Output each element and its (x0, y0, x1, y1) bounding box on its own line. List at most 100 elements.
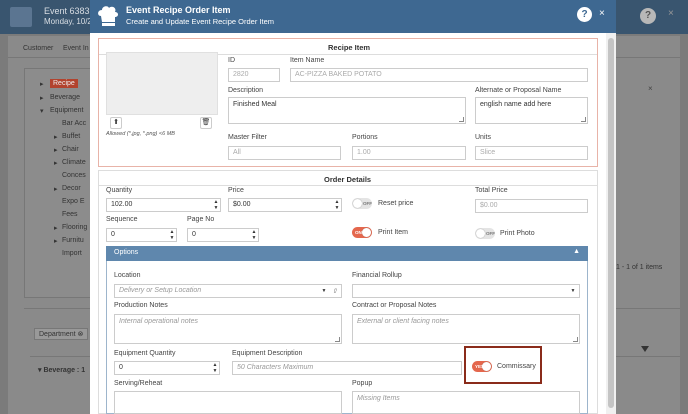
financial-rollup-dropdown[interactable]: ▼ (352, 284, 580, 298)
master-filter-field[interactable]: All (228, 146, 341, 160)
equipment-qty-value: 0 (119, 364, 123, 371)
sequence-value: 0 (111, 231, 115, 238)
tree-item[interactable]: Bar Acc (62, 120, 86, 127)
serving-reheat-textarea[interactable] (114, 391, 342, 414)
panel-close-icon[interactable]: × (648, 84, 653, 93)
print-item-toggle[interactable]: ON (352, 227, 372, 238)
tree-item[interactable]: Expo E (62, 198, 85, 205)
equipment-desc-input[interactable]: 50 Characters Maximum (232, 361, 462, 375)
chevron-down-icon[interactable]: ▼ (319, 286, 329, 297)
tree-expand-icon[interactable]: ▸ (40, 94, 44, 102)
resize-handle[interactable] (459, 117, 464, 122)
resize-handle[interactable] (573, 337, 578, 342)
trash-icon[interactable]: 🗑 (200, 117, 212, 129)
print-item-label: Print Item (378, 229, 408, 236)
tab-event-info[interactable]: Event In (63, 45, 89, 52)
page-no-stepper[interactable]: 0 ▲ ▼ (187, 228, 259, 242)
tree-expand-icon[interactable]: ▸ (54, 146, 58, 154)
quantity-stepper[interactable]: 102.00 ▲ ▼ (106, 198, 221, 212)
id-field[interactable]: 2820 (228, 68, 280, 82)
contract-notes-placeholder: External or client facing notes (357, 318, 449, 325)
print-photo-toggle[interactable]: OFF (475, 228, 495, 239)
group-row[interactable]: ▾ Beverage : 1 (38, 366, 85, 374)
popup-label: Popup (352, 380, 373, 387)
commissary-label: Commissary (497, 363, 536, 370)
tree-expand-icon[interactable]: ▸ (40, 80, 44, 88)
category-tree (24, 68, 94, 298)
total-price-field[interactable]: $0.00 (475, 199, 588, 213)
tree-item[interactable]: Import (62, 250, 82, 257)
scrollbar-thumb[interactable] (608, 38, 614, 408)
chevron-down-icon[interactable]: ▼ (568, 286, 578, 297)
location-label: Location (114, 272, 141, 279)
tree-item-equipment[interactable]: Equipment (50, 107, 83, 114)
commissary-toggle[interactable]: YES (472, 361, 492, 372)
tree-expand-icon[interactable]: ▸ (54, 159, 58, 167)
description-textarea[interactable]: Finished Meal (228, 97, 466, 124)
event-date: Monday, 10/2 (44, 17, 92, 26)
reset-price-toggle[interactable]: OFF (352, 198, 372, 209)
app-logo-icon (10, 7, 32, 27)
location-dropdown[interactable]: Delivery or Setup Location ▼ ▯ (114, 284, 342, 298)
sequence-label: Sequence (106, 216, 138, 223)
tree-expand-icon[interactable]: ▸ (54, 224, 58, 232)
tree-item[interactable]: Buffet (62, 133, 80, 140)
spinner[interactable]: ▲ ▼ (250, 229, 258, 241)
document-icon[interactable]: ▯ (330, 286, 340, 297)
total-price-label: Total Price (475, 187, 508, 194)
reset-price-label: Reset price (378, 200, 414, 207)
page-no-value: 0 (192, 231, 196, 238)
tree-collapse-icon[interactable]: ▾ (40, 107, 44, 115)
spinner[interactable]: ▲ ▼ (211, 362, 219, 374)
alt-name-label: Alternate or Proposal Name (475, 87, 562, 94)
options-title: Options (114, 249, 139, 256)
order-details-title: Order Details (324, 175, 372, 184)
tree-item[interactable]: Climate (62, 159, 86, 166)
equipment-qty-stepper[interactable]: 0 ▲ ▼ (114, 361, 220, 375)
tree-item[interactable]: Decor (62, 185, 81, 192)
quantity-label: Quantity (106, 187, 133, 194)
resize-handle[interactable] (581, 117, 586, 122)
app-help-icon[interactable]: ? (640, 8, 656, 24)
tree-item[interactable]: Chair (62, 146, 79, 153)
help-icon[interactable]: ? (577, 7, 592, 22)
production-notes-textarea[interactable]: Internal operational notes (114, 314, 342, 344)
tab-customer[interactable]: Customer (23, 45, 53, 52)
sequence-stepper[interactable]: 0 ▲ ▼ (106, 228, 177, 242)
tree-item-recipe[interactable]: Recipe (50, 79, 78, 88)
app-close-icon[interactable]: × (668, 8, 674, 19)
divider (99, 185, 597, 186)
production-notes-placeholder: Internal operational notes (119, 318, 198, 325)
tree-expand-icon[interactable]: ▸ (54, 237, 58, 245)
upload-icon[interactable]: ⬆ (110, 117, 122, 129)
financial-rollup-label: Financial Rollup (352, 272, 402, 279)
portions-field[interactable]: 1.00 (352, 146, 466, 160)
popup-textarea[interactable]: Missing Items (352, 391, 580, 414)
tree-item[interactable]: Furnitu (62, 237, 84, 244)
close-icon[interactable]: × (599, 8, 605, 19)
filter-icon[interactable] (641, 346, 649, 352)
spinner[interactable]: ▲ ▼ (168, 229, 176, 241)
spinner[interactable]: ▲ ▼ (333, 199, 341, 211)
department-chip[interactable]: Department ⊗ (34, 328, 89, 340)
tree-expand-icon[interactable]: ▸ (54, 185, 58, 193)
resize-handle[interactable] (335, 337, 340, 342)
price-stepper[interactable]: $0.00 ▲ ▼ (228, 198, 342, 212)
spinner[interactable]: ▲ ▼ (212, 199, 220, 211)
tree-item-beverage[interactable]: Beverage (50, 94, 80, 101)
units-field[interactable]: Slice (475, 146, 588, 160)
price-label: Price (228, 187, 244, 194)
options-panel-header[interactable]: Options ▲ (106, 246, 588, 261)
chevron-up-icon[interactable]: ▲ (573, 248, 580, 255)
tree-item[interactable]: Conces (62, 172, 86, 179)
group-row-label: Beverage : 1 (43, 367, 86, 374)
tree-item[interactable]: Flooring (62, 224, 87, 231)
item-name-field[interactable]: AC-PIZZA BAKED POTATO (290, 68, 588, 82)
tree-expand-icon[interactable]: ▸ (54, 133, 58, 141)
chef-hat-icon (98, 6, 118, 26)
alt-name-textarea[interactable]: english name add here (475, 97, 588, 124)
item-name-label: Item Name (290, 57, 325, 64)
contract-notes-textarea[interactable]: External or client facing notes (352, 314, 580, 344)
equipment-desc-label: Equipment Description (232, 350, 303, 357)
tree-item[interactable]: Fees (62, 211, 78, 218)
